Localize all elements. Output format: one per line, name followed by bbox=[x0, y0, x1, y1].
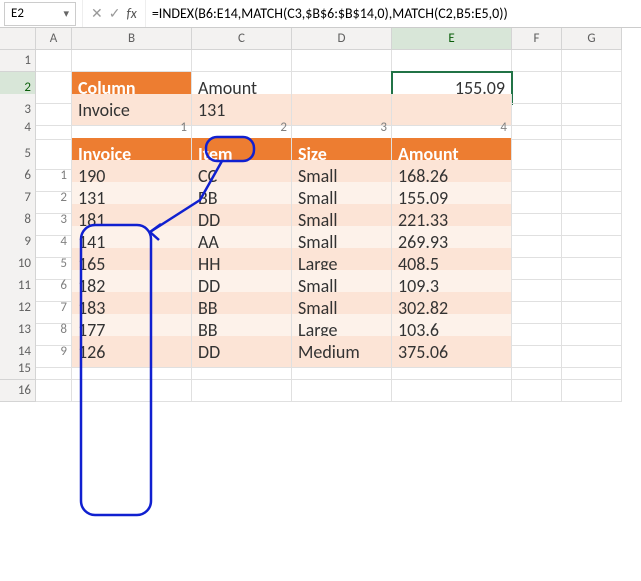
formula-bar: E2 ▾ ✕ ✓ fx bbox=[0, 0, 641, 28]
col-header-F[interactable]: F bbox=[512, 28, 562, 50]
row-header-1[interactable]: 1 bbox=[0, 50, 36, 72]
cell-C15[interactable] bbox=[192, 358, 292, 380]
row-header-15[interactable]: 15 bbox=[0, 358, 36, 380]
cell-A4[interactable] bbox=[36, 116, 72, 140]
cell-E4[interactable]: 4 bbox=[392, 116, 512, 140]
cancel-icon[interactable]: ✕ bbox=[91, 5, 103, 22]
fx-icon[interactable]: fx bbox=[126, 5, 136, 22]
row-header-16[interactable]: 16 bbox=[0, 380, 36, 402]
cell-D15[interactable] bbox=[292, 358, 392, 380]
name-box-value: E2 bbox=[11, 6, 24, 21]
spreadsheet-grid[interactable]: ABCDEFG12ColumnAmount155.093Invoice13141… bbox=[0, 28, 641, 402]
cell-F15[interactable] bbox=[512, 358, 562, 380]
fx-controls: ✕ ✓ fx bbox=[82, 0, 146, 27]
name-box[interactable]: E2 ▾ bbox=[4, 2, 76, 26]
cell-F1[interactable] bbox=[512, 50, 562, 72]
cell-F4[interactable] bbox=[512, 116, 562, 140]
cell-A1[interactable] bbox=[36, 50, 72, 72]
col-header-D[interactable]: D bbox=[292, 28, 392, 50]
cell-G15[interactable] bbox=[562, 358, 622, 380]
cell-D4[interactable]: 3 bbox=[292, 116, 392, 140]
col-header-C[interactable]: C bbox=[192, 28, 292, 50]
cell-E15[interactable] bbox=[392, 358, 512, 380]
cell-A15[interactable] bbox=[36, 358, 72, 380]
cell-E1[interactable] bbox=[392, 50, 512, 72]
cell-D16[interactable] bbox=[292, 380, 392, 402]
cell-C4[interactable]: 2 bbox=[192, 116, 292, 140]
cell-G4[interactable] bbox=[562, 116, 622, 140]
cell-F16[interactable] bbox=[512, 380, 562, 402]
chevron-down-icon[interactable]: ▾ bbox=[63, 7, 69, 20]
col-header-B[interactable]: B bbox=[72, 28, 192, 50]
cell-B15[interactable] bbox=[72, 358, 192, 380]
col-header-A[interactable]: A bbox=[36, 28, 72, 50]
col-header-E[interactable]: E bbox=[392, 28, 512, 50]
row-header-4[interactable]: 4 bbox=[0, 116, 36, 140]
accept-icon[interactable]: ✓ bbox=[109, 5, 121, 22]
cell-G1[interactable] bbox=[562, 50, 622, 72]
select-all-corner[interactable] bbox=[0, 28, 36, 50]
cell-B4[interactable]: 1 bbox=[72, 116, 192, 140]
cell-D1[interactable] bbox=[292, 50, 392, 72]
col-header-G[interactable]: G bbox=[562, 28, 622, 50]
cell-B1[interactable] bbox=[72, 50, 192, 72]
cell-B16[interactable] bbox=[72, 380, 192, 402]
cell-C1[interactable] bbox=[192, 50, 292, 72]
cell-C16[interactable] bbox=[192, 380, 292, 402]
cell-E16[interactable] bbox=[392, 380, 512, 402]
cell-A16[interactable] bbox=[36, 380, 72, 402]
formula-input[interactable] bbox=[146, 2, 641, 26]
cell-G16[interactable] bbox=[562, 380, 622, 402]
